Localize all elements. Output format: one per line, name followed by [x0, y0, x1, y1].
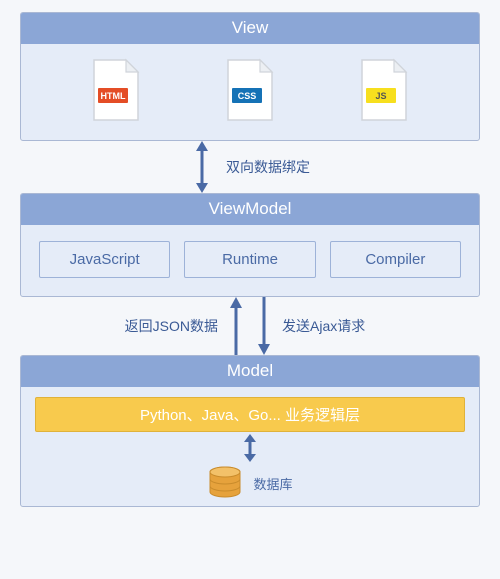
html-file-icon: HTML [90, 58, 142, 122]
svg-text:JS: JS [375, 91, 386, 101]
view-body: HTML CSS JS [21, 44, 479, 140]
business-layer: Python、Java、Go... 业务逻辑层 [35, 397, 465, 432]
css-file-icon: CSS [224, 58, 276, 122]
database-label: 数据库 [253, 474, 292, 493]
viewmodel-title: ViewModel [21, 194, 479, 225]
model-body: Python、Java、Go... 业务逻辑层 数据库 [21, 387, 479, 506]
viewmodel-body: JavaScript Runtime Compiler [21, 225, 479, 296]
database-icon [207, 466, 243, 500]
view-title: View [21, 13, 479, 44]
double-arrow-icon [190, 141, 214, 193]
viewmodel-panel: ViewModel JavaScript Runtime Compiler [20, 193, 480, 297]
model-title: Model [21, 356, 479, 387]
view-panel: View HTML CSS JS [20, 12, 480, 141]
connector2-right-label: 发送Ajax请求 [282, 316, 365, 336]
vm-box-compiler: Compiler [330, 241, 461, 278]
arrow-up-icon [226, 297, 246, 355]
connector-view-viewmodel: 双向数据绑定 [20, 141, 480, 193]
svg-text:CSS: CSS [238, 91, 257, 101]
js-file-icon: JS [358, 58, 410, 122]
connector1-label: 双向数据绑定 [226, 157, 310, 177]
connector-viewmodel-model: 返回JSON数据 发送Ajax请求 [20, 297, 480, 355]
vm-box-runtime: Runtime [184, 241, 315, 278]
double-arrow-small-icon [239, 434, 261, 462]
model-panel: Model Python、Java、Go... 业务逻辑层 数据库 [20, 355, 480, 507]
connector2-left-label: 返回JSON数据 [125, 316, 218, 336]
vm-box-javascript: JavaScript [39, 241, 170, 278]
svg-text:HTML: HTML [101, 91, 126, 101]
arrow-down-icon [254, 297, 274, 355]
